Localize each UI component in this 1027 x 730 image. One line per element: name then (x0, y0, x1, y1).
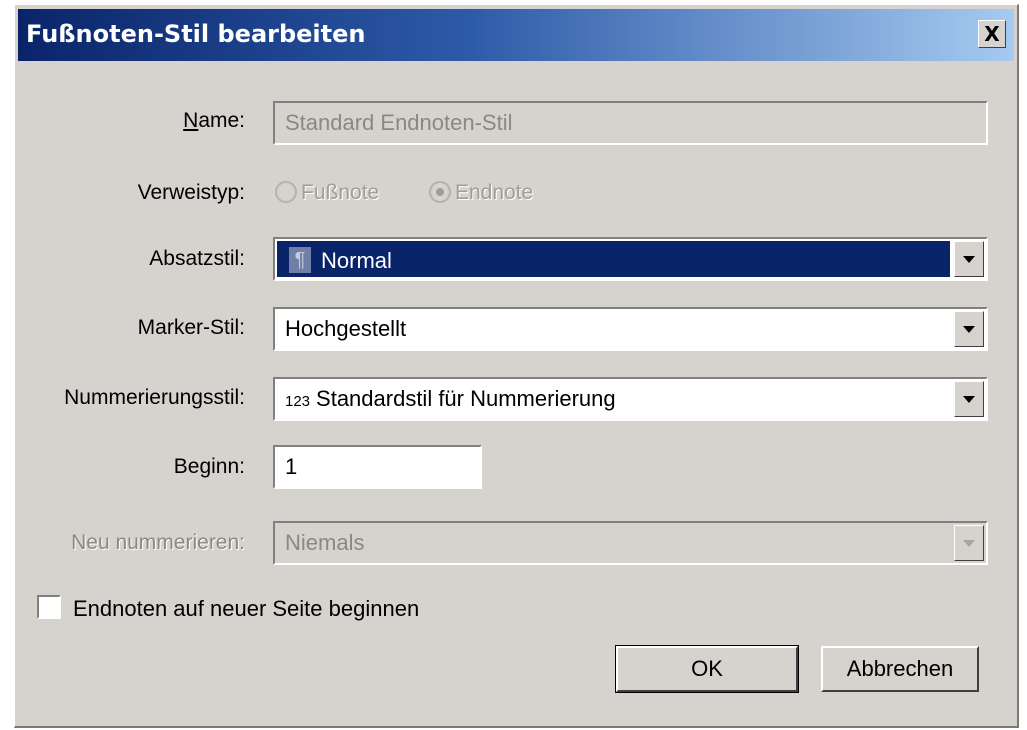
name-label-mnemonic: N (183, 109, 199, 132)
nummerierungsstil-display: 123 Standardstil für Nummerierung (285, 386, 616, 412)
absatzstil-dropdown-button[interactable] (954, 241, 984, 277)
chevron-down-icon (963, 396, 975, 403)
marker-stil-label: Marker-Stil: (137, 316, 245, 339)
marker-stil-value: Hochgestellt (285, 316, 407, 341)
pilcrow-icon: ¶ (289, 247, 311, 273)
neu-nummerieren-dropdown[interactable]: Niemals (273, 521, 988, 565)
chevron-down-icon (963, 326, 975, 333)
marker-stil-dropdown[interactable]: Hochgestellt (273, 307, 988, 351)
chevron-down-icon (963, 256, 975, 263)
new-page-checkbox-label[interactable]: Endnoten auf neuer Seite beginnen (73, 596, 419, 622)
name-label-rest: ame: (198, 109, 245, 132)
radio-endnote[interactable] (429, 181, 451, 203)
nummerierungsstil-value: Standardstil für Nummerierung (316, 386, 616, 411)
name-value: Standard Endnoten-Stil (285, 110, 513, 135)
beginn-value: 1 (285, 454, 298, 479)
absatzstil-dropdown[interactable]: ¶ Normal (273, 237, 988, 281)
absatzstil-label: Absatzstil: (149, 247, 245, 270)
nummerierungsstil-dropdown[interactable]: 123 Standardstil für Nummerierung (273, 377, 988, 421)
radio-endnote-label: Endnote (455, 181, 534, 204)
cancel-button[interactable]: Abbrechen (821, 646, 979, 692)
numbering-icon: 123 (285, 393, 311, 410)
dialog-title: Fußnoten-Stil bearbeiten (26, 20, 366, 48)
selection-highlight: ¶ Normal (277, 241, 950, 277)
radio-fussnote-label: Fußnote (301, 181, 380, 204)
neu-nummerieren-label: Neu nummerieren: (71, 531, 245, 554)
marker-stil-dropdown-button[interactable] (954, 311, 984, 347)
nummerierungsstil-dropdown-button[interactable] (954, 381, 984, 417)
radio-selected-dot (436, 188, 444, 196)
new-page-checkbox[interactable] (37, 595, 61, 619)
beginn-input[interactable]: 1 (273, 445, 482, 489)
nummerierungsstil-label: Nummerierungsstil: (64, 386, 245, 409)
radio-fussnote[interactable] (275, 181, 297, 203)
chevron-down-icon (963, 540, 975, 547)
verweistyp-label: Verweistyp: (137, 181, 245, 204)
title-bar[interactable]: Fußnoten-Stil bearbeiten X (18, 9, 1014, 61)
name-label: Name: (183, 109, 245, 133)
footnote-style-dialog: Fußnoten-Stil bearbeiten X Name: Standar… (14, 4, 1019, 728)
neu-nummerieren-value: Niemals (285, 530, 365, 555)
beginn-label: Beginn: (173, 455, 245, 478)
close-button[interactable]: X (978, 20, 1006, 48)
neu-nummerieren-dropdown-button[interactable] (954, 525, 984, 561)
absatzstil-value: Normal (321, 248, 392, 273)
name-field[interactable]: Standard Endnoten-Stil (273, 101, 988, 145)
ok-button[interactable]: OK (615, 645, 799, 693)
